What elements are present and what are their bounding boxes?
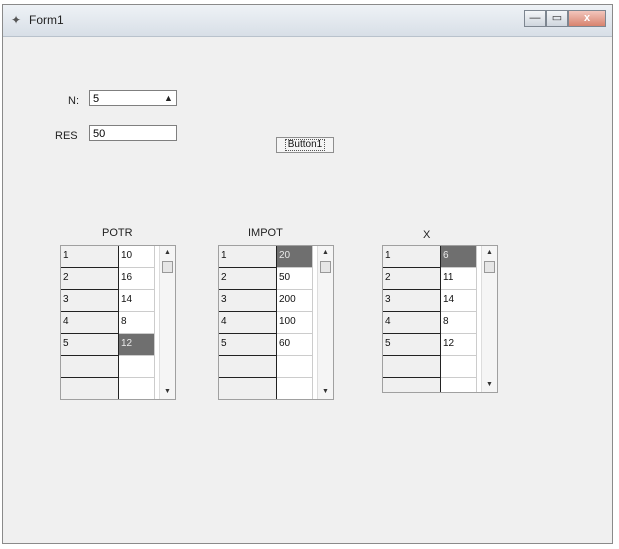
grid-cell[interactable]	[119, 378, 155, 399]
grid-cell[interactable]: 6	[441, 246, 477, 268]
title-bar[interactable]: ✦ Form1 — ▭ x	[3, 5, 612, 37]
main-window: ✦ Form1 — ▭ x N: 5 ▲ RES 50 Button1 POTR…	[2, 4, 613, 544]
minimize-button[interactable]: —	[524, 10, 546, 27]
grid-row	[61, 356, 175, 378]
grid-cell[interactable]: 14	[119, 290, 155, 312]
grid-row	[61, 378, 175, 399]
grid-fixed-cell	[383, 356, 441, 378]
grid-cell[interactable]	[441, 356, 477, 378]
scroll-thumb[interactable]	[320, 261, 331, 273]
app-icon: ✦	[11, 13, 22, 27]
n-spin-edit[interactable]: 5 ▲	[89, 90, 177, 106]
grid-row: 4 100	[219, 312, 333, 334]
grid-row: 5 60	[219, 334, 333, 356]
grid-fixed-cell: 2	[383, 268, 441, 290]
window-controls: — ▭ x	[524, 10, 606, 27]
grid-fixed-cell: 1	[219, 246, 277, 268]
grid-cell[interactable]: 100	[277, 312, 313, 334]
x-scrollbar[interactable]: ▲ ▼	[481, 246, 497, 392]
grid-row: 2 11	[383, 268, 497, 290]
grid-fixed-cell: 1	[383, 246, 441, 268]
n-label: N:	[68, 95, 79, 107]
grid-cell[interactable]	[277, 378, 313, 399]
grid-fixed-cell	[61, 356, 119, 378]
grid-cell[interactable]: 8	[441, 312, 477, 334]
grid-fixed-cell: 4	[219, 312, 277, 334]
grid-cell[interactable]	[119, 356, 155, 378]
form-client-area: N: 5 ▲ RES 50 Button1 POTR IMPOT X 1 10 2 1…	[10, 37, 606, 537]
grid-row: 48	[383, 312, 497, 334]
grid-fixed-cell: 4	[383, 312, 441, 334]
potr-grid[interactable]: 1 10 2 16 3 14 4 8 5 12 ▲ ▼	[60, 245, 176, 400]
grid-row: 2 50	[219, 268, 333, 290]
grid-fixed-cell: 5	[383, 334, 441, 356]
grid-fixed-cell: 3	[61, 290, 119, 312]
grid-fixed-cell	[219, 356, 277, 378]
button1[interactable]: Button1	[276, 137, 334, 153]
grid-fixed-cell: 2	[219, 268, 277, 290]
grid-row	[383, 378, 497, 392]
grid-fixed-cell: 3	[219, 290, 277, 312]
grid-fixed-cell: 5	[219, 334, 277, 356]
grid-row: 3 14	[61, 290, 175, 312]
scroll-up-icon[interactable]: ▲	[318, 246, 333, 260]
grid-row: 1 10	[61, 246, 175, 268]
grid-cell[interactable]: 16	[119, 268, 155, 290]
grid-cell[interactable]: 14	[441, 290, 477, 312]
close-button[interactable]: x	[568, 10, 606, 27]
grid-cell[interactable]: 10	[119, 246, 155, 268]
grid-row: 48	[61, 312, 175, 334]
scroll-down-icon[interactable]: ▼	[482, 378, 497, 392]
grid-row	[219, 378, 333, 399]
res-label: RES	[55, 130, 78, 142]
potr-scrollbar[interactable]: ▲ ▼	[159, 246, 175, 399]
scroll-thumb[interactable]	[484, 261, 495, 273]
grid-row: 5 12	[383, 334, 497, 356]
impot-grid[interactable]: 1 20 2 50 3 200 4 100 5 60 ▲ ▼	[218, 245, 334, 400]
impot-scrollbar[interactable]: ▲ ▼	[317, 246, 333, 399]
grid-fixed-cell: 2	[61, 268, 119, 290]
grid-cell[interactable]: 12	[441, 334, 477, 356]
scroll-up-icon[interactable]: ▲	[160, 246, 175, 260]
impot-header: IMPOT	[248, 227, 283, 239]
grid-row	[219, 356, 333, 378]
scroll-thumb[interactable]	[162, 261, 173, 273]
grid-cell[interactable]: 12	[119, 334, 155, 356]
grid-row: 16	[383, 246, 497, 268]
scroll-down-icon[interactable]: ▼	[318, 385, 333, 399]
window-title: Form1	[29, 13, 64, 27]
grid-cell[interactable]: 8	[119, 312, 155, 334]
res-field[interactable]: 50	[89, 125, 177, 141]
maximize-button[interactable]: ▭	[546, 10, 568, 27]
spin-up-down-icon[interactable]: ▲	[162, 92, 175, 104]
grid-row: 3 200	[219, 290, 333, 312]
grid-fixed-cell: 3	[383, 290, 441, 312]
grid-row: 2 16	[61, 268, 175, 290]
grid-fixed-cell	[383, 378, 441, 392]
grid-fixed-cell: 4	[61, 312, 119, 334]
grid-cell[interactable]: 200	[277, 290, 313, 312]
grid-cell[interactable]: 11	[441, 268, 477, 290]
n-value: 5	[93, 93, 100, 105]
grid-fixed-cell: 1	[61, 246, 119, 268]
grid-row: 3 14	[383, 290, 497, 312]
grid-cell[interactable]: 50	[277, 268, 313, 290]
scroll-up-icon[interactable]: ▲	[482, 246, 497, 260]
grid-fixed-cell: 5	[61, 334, 119, 356]
grid-cell[interactable]: 20	[277, 246, 313, 268]
x-header: X	[423, 229, 431, 241]
scroll-down-icon[interactable]: ▼	[160, 385, 175, 399]
potr-header: POTR	[102, 227, 133, 239]
grid-cell[interactable]: 60	[277, 334, 313, 356]
grid-fixed-cell	[219, 378, 277, 399]
button1-label: Button1	[284, 139, 326, 151]
grid-row: 1 20	[219, 246, 333, 268]
grid-cell[interactable]	[277, 356, 313, 378]
grid-fixed-cell	[61, 378, 119, 399]
grid-row	[383, 356, 497, 378]
grid-row: 5 12	[61, 334, 175, 356]
res-value: 50	[93, 128, 106, 140]
grid-cell[interactable]	[441, 378, 477, 392]
x-grid[interactable]: 1 6 2 11 3 14 4 8 5 12 ▲ ▼	[382, 245, 498, 393]
